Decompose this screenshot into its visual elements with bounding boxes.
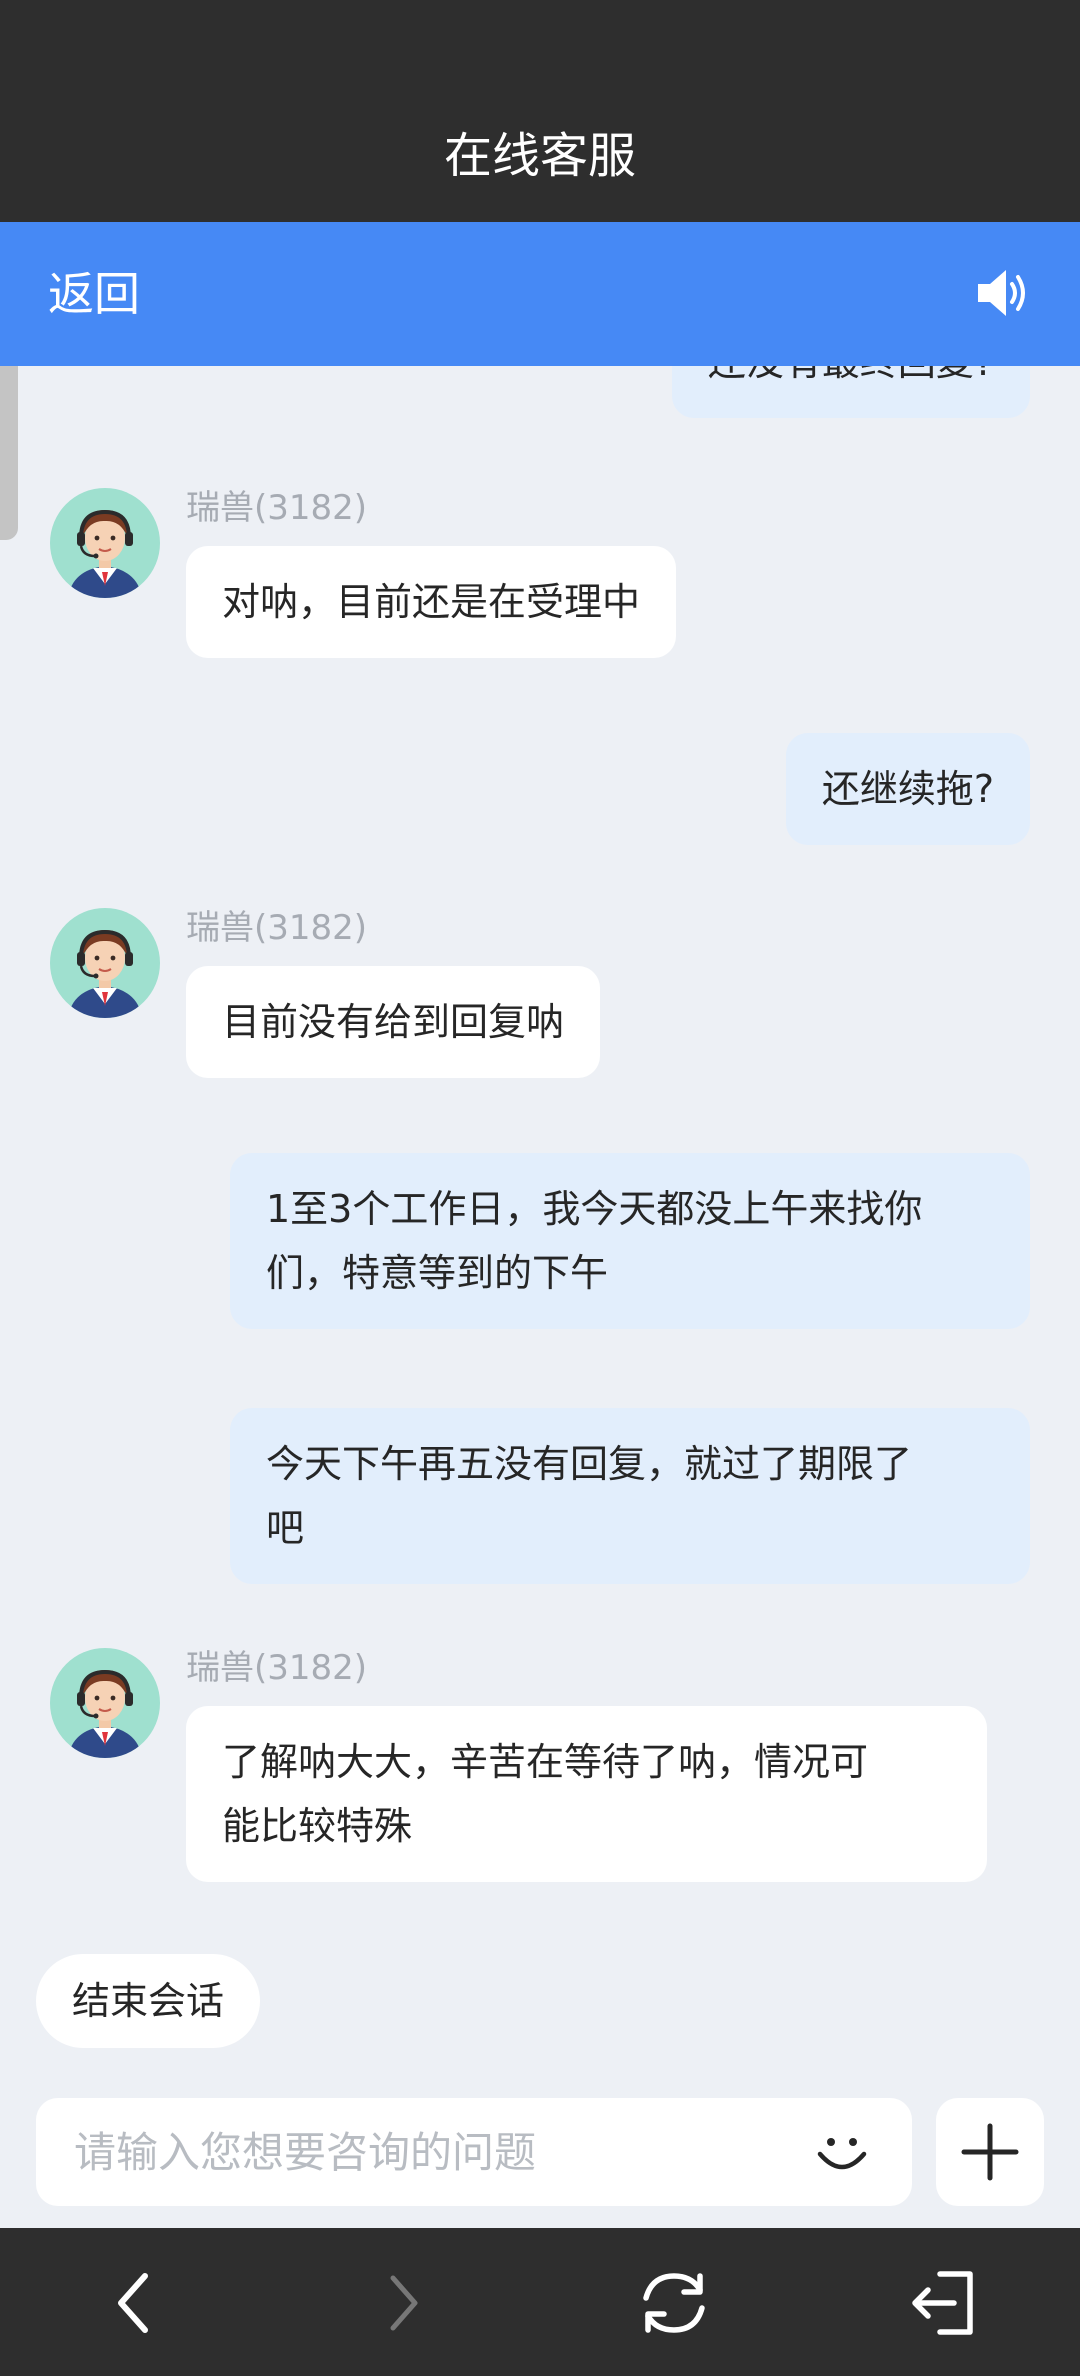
- agent-name: 瑞兽(3182): [186, 488, 368, 528]
- agent-name: 瑞兽(3182): [186, 908, 368, 948]
- plus-icon[interactable]: [936, 2098, 1044, 2206]
- page-title: 在线客服: [443, 128, 636, 184]
- input-bar: [36, 2098, 912, 2206]
- user-message: 还没有最终回复?: [671, 366, 1030, 418]
- agent-name: 瑞兽(3182): [186, 1648, 368, 1688]
- chevron-left-icon[interactable]: [95, 2268, 175, 2338]
- message-text: 还没有最终回复?: [708, 366, 994, 384]
- message-line: 1至3个工作日，我今天都没上午来找你: [266, 1187, 923, 1231]
- message-line: 了解呐大大，辛苦在等待了呐，情况可: [222, 1740, 869, 1784]
- refresh-icon[interactable]: [634, 2268, 714, 2338]
- message-line: 吧: [266, 1506, 305, 1550]
- agent-avatar: [50, 1648, 160, 1758]
- agent-avatar: [50, 908, 160, 1018]
- message-text: 对呐，目前还是在受理中: [222, 580, 641, 624]
- message-line: 今天下午再五没有回复，就过了期限了: [266, 1442, 913, 1486]
- nav-bar: 返回: [0, 222, 1080, 366]
- user-message: 还继续拖?: [785, 733, 1030, 845]
- message-text: 目前没有给到回复呐: [222, 1000, 565, 1044]
- user-message: 1至3个工作日，我今天都没上午来找你 们，特意等到的下午: [230, 1153, 1030, 1329]
- exit-icon[interactable]: [904, 2268, 984, 2338]
- user-message: 今天下午再五没有回复，就过了期限了 吧: [230, 1408, 1030, 1584]
- message-text: 还继续拖?: [821, 767, 994, 811]
- message-input[interactable]: [74, 2118, 794, 2186]
- status-area: 在线客服: [0, 0, 1080, 222]
- browser-bottom-bar: [0, 2228, 1080, 2376]
- chevron-right-icon[interactable]: [363, 2268, 443, 2338]
- smiley-icon[interactable]: [812, 2122, 872, 2182]
- agent-avatar: [50, 488, 160, 598]
- chat-area: 还没有最终回复? 瑞兽(3182): [0, 366, 1080, 2076]
- message-line: 们，特意等到的下午: [266, 1251, 609, 1295]
- agent-message: 对呐，目前还是在受理中: [186, 546, 677, 658]
- end-session-button[interactable]: 结束会话: [36, 1954, 261, 2048]
- agent-message: 了解呐大大，辛苦在等待了呐，情况可 能比较特殊: [186, 1706, 987, 1882]
- agent-message: 目前没有给到回复呐: [186, 966, 601, 1078]
- back-button[interactable]: 返回: [48, 262, 140, 326]
- speaker-icon[interactable]: [974, 268, 1030, 318]
- message-line: 能比较特殊: [222, 1804, 413, 1848]
